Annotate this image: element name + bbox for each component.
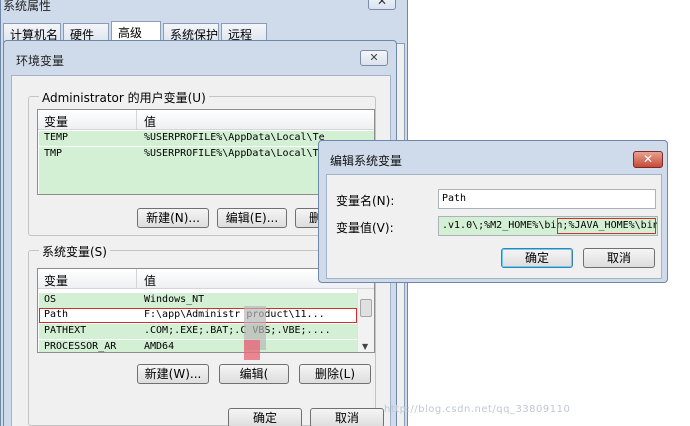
- highlight-box: [557, 218, 656, 234]
- close-button[interactable]: ✕: [633, 151, 663, 168]
- close-button[interactable]: ✕: [360, 50, 388, 66]
- system-variables-label: 系统变量(S): [39, 243, 110, 260]
- variable-name: PROCESSOR_AR: [44, 341, 117, 352]
- scrollbar-thumb[interactable]: [360, 299, 372, 317]
- variable-name: PATHEXT: [44, 325, 87, 336]
- variable-value: %USERPROFILE%\AppData\Local\Te: [144, 148, 325, 159]
- system-delete-button[interactable]: 删除(L): [299, 364, 371, 384]
- column-header-value[interactable]: 值: [144, 113, 156, 130]
- variable-name: OS: [44, 294, 57, 305]
- column-header-value[interactable]: 值: [144, 272, 156, 289]
- user-edit-button[interactable]: 编辑(E)...: [217, 208, 287, 228]
- variable-value: .COM;.EXE;.BAT;.C VBS;.VBE;....: [144, 325, 331, 336]
- list-item[interactable]: PATHEXT .COM;.EXE;.BAT;.C VBS;.VBE;....: [39, 324, 357, 339]
- list-item[interactable]: PROCESSOR_AR AMD64: [39, 340, 357, 352]
- redaction-blur: [244, 340, 260, 360]
- ok-button[interactable]: 确定: [501, 248, 573, 268]
- column-divider: [136, 110, 137, 130]
- variable-name: TEMP: [44, 132, 69, 143]
- system-edit-button[interactable]: 编辑(: [219, 364, 289, 384]
- variable-value: %USERPROFILE%\AppData\Local\Te: [144, 132, 325, 143]
- dialog-body: 变量名(N): Path 变量值(V): .v1.0\;%M2_HOME%\bi…: [326, 174, 662, 279]
- list-item[interactable]: OS Windows_NT: [39, 293, 357, 308]
- variable-value: AMD64: [144, 341, 175, 352]
- variable-value: F:\app\Administr product\11...: [144, 309, 325, 320]
- list-item-selected[interactable]: Path F:\app\Administr product\11...: [39, 308, 357, 323]
- column-header-variable[interactable]: 变量: [44, 272, 68, 289]
- variable-value: Windows_NT: [144, 294, 205, 305]
- value-text: .v1.0\;%M2_HOME%\bin;: [442, 220, 569, 231]
- column-divider: [136, 269, 137, 289]
- user-new-button[interactable]: 新建(N)...: [137, 208, 209, 228]
- variable-name-label: 变量名(N):: [336, 194, 395, 208]
- variable-name: TMP: [44, 148, 63, 159]
- variable-value-field[interactable]: .v1.0\;%M2_HOME%\bin;%JAVA_HOME%\bin: [438, 216, 658, 236]
- scroll-down-icon[interactable]: ▼: [362, 342, 368, 351]
- user-variables-label: Administrator 的用户变量(U): [39, 89, 209, 106]
- variable-name: Path: [44, 309, 69, 320]
- variable-value-label: 变量值(V):: [336, 221, 394, 235]
- variable-name-field[interactable]: Path: [438, 189, 656, 209]
- column-header-variable[interactable]: 变量: [44, 113, 68, 130]
- window-title: 系统属性: [3, 0, 52, 13]
- system-new-button[interactable]: 新建(W)...: [137, 364, 209, 384]
- ok-button[interactable]: 确定: [228, 408, 302, 426]
- close-button[interactable]: ✕: [368, 0, 396, 10]
- cancel-button[interactable]: 取消: [583, 248, 655, 268]
- cancel-button[interactable]: 取消: [310, 408, 384, 426]
- vertical-scrollbar[interactable]: ▼: [357, 289, 374, 352]
- edit-system-variable-dialog: 编辑系统变量 ✕ 变量名(N): Path 变量值(V): .v1.0\;%M2…: [318, 140, 668, 283]
- dialog-title: 编辑系统变量: [330, 154, 403, 168]
- watermark-text: http://blog.csdn.net/qq_33809110: [384, 404, 571, 415]
- dialog-title: 环境变量: [16, 54, 65, 68]
- list-header: 变量 值: [38, 110, 374, 130]
